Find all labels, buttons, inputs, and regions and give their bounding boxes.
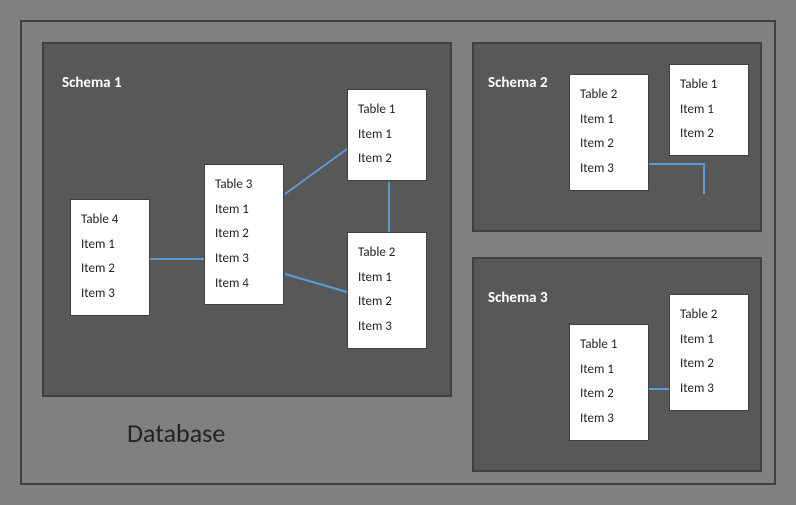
- table-name: Table 1: [680, 73, 738, 98]
- schema-1-table-2: Table 2 Item 1 Item 2 Item 3: [347, 232, 427, 349]
- schema-2-table-1: Table 1 Item 1 Item 2: [669, 64, 749, 156]
- schema-1: Schema 1 Table 4 Item 1 Item 2 Item 3 Ta…: [42, 42, 452, 397]
- table-item: Item 4: [215, 272, 273, 297]
- table-item: Item 1: [680, 98, 738, 123]
- table-item: Item 1: [358, 123, 416, 148]
- table-name: Table 3: [215, 173, 273, 198]
- table-item: Item 3: [81, 282, 139, 307]
- table-item: Item 1: [81, 233, 139, 258]
- table-name: Table 4: [81, 208, 139, 233]
- table-name: Table 2: [580, 83, 638, 108]
- table-item: Item 1: [580, 358, 638, 383]
- schema-2-table-2: Table 2 Item 1 Item 2 Item 3: [569, 74, 649, 191]
- table-item: Item 2: [680, 352, 738, 377]
- schema-3-table-2: Table 2 Item 1 Item 2 Item 3: [669, 294, 749, 411]
- table-item: Item 3: [680, 377, 738, 402]
- table-item: Item 2: [580, 132, 638, 157]
- table-item: Item 3: [358, 315, 416, 340]
- table-item: Item 3: [215, 247, 273, 272]
- database-canvas: Schema 1 Table 4 Item 1 Item 2 Item 3 Ta…: [20, 20, 776, 485]
- schema-3-table-1: Table 1 Item 1 Item 2 Item 3: [569, 324, 649, 441]
- table-item: Item 1: [580, 108, 638, 133]
- table-item: Item 2: [580, 382, 638, 407]
- schema-1-table-4: Table 4 Item 1 Item 2 Item 3: [70, 199, 150, 316]
- table-item: Item 2: [81, 257, 139, 282]
- schema-1-title: Schema 1: [62, 74, 122, 92]
- table-item: Item 2: [358, 147, 416, 172]
- table-name: Table 1: [358, 98, 416, 123]
- schema-2: Schema 2 Table 2 Item 1 Item 2 Item 3 Ta…: [472, 42, 762, 232]
- schema-2-title: Schema 2: [488, 74, 548, 92]
- table-item: Item 2: [215, 222, 273, 247]
- table-item: Item 1: [215, 198, 273, 223]
- table-item: Item 1: [680, 328, 738, 353]
- table-item: Item 1: [358, 266, 416, 291]
- table-item: Item 3: [580, 157, 638, 182]
- table-name: Table 2: [680, 303, 738, 328]
- table-item: Item 3: [580, 407, 638, 432]
- schema-1-table-1: Table 1 Item 1 Item 2: [347, 89, 427, 181]
- table-name: Table 2: [358, 241, 416, 266]
- table-item: Item 2: [680, 122, 738, 147]
- database-label: Database: [127, 417, 225, 449]
- schema-3: Schema 3 Table 1 Item 1 Item 2 Item 3 Ta…: [472, 257, 762, 472]
- schema-3-title: Schema 3: [488, 289, 548, 307]
- schema-1-table-3: Table 3 Item 1 Item 2 Item 3 Item 4: [204, 164, 284, 305]
- table-name: Table 1: [580, 333, 638, 358]
- table-item: Item 2: [358, 290, 416, 315]
